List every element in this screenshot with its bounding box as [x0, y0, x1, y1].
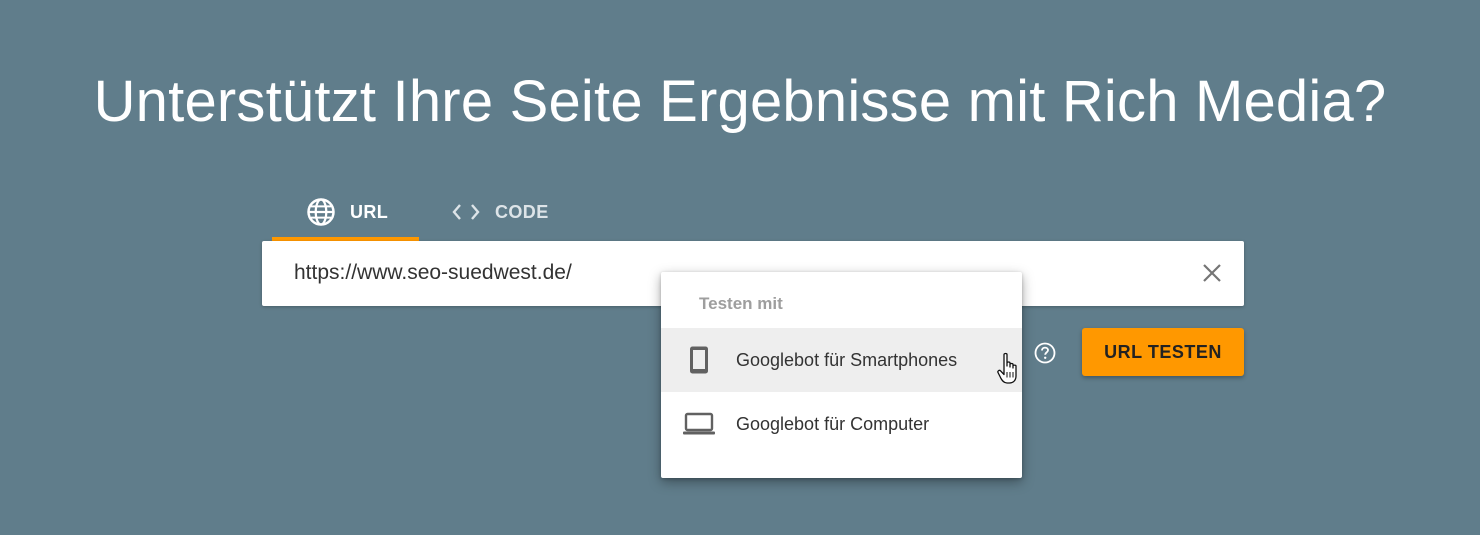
laptop-icon — [661, 412, 736, 436]
dropdown-item-smartphone[interactable]: Googlebot für Smartphones — [661, 328, 1022, 392]
help-icon[interactable] — [1034, 342, 1056, 364]
tab-url[interactable]: URL — [272, 183, 419, 241]
globe-icon — [306, 197, 336, 227]
dropdown-item-label: Googlebot für Computer — [736, 413, 930, 434]
code-icon — [451, 200, 481, 224]
url-test-button[interactable]: URL TESTEN — [1082, 328, 1244, 376]
smartphone-icon — [661, 345, 736, 375]
dropdown-item-computer[interactable]: Googlebot für Computer — [661, 392, 1022, 456]
page-title: Unterstützt Ihre Seite Ergebnisse mit Ri… — [93, 69, 1387, 134]
tab-code-label: CODE — [495, 201, 549, 222]
test-with-dropdown: Testen mit Googlebot für Smartphones Goo… — [661, 272, 1022, 478]
dropdown-header: Testen mit — [699, 294, 783, 313]
input-mode-tabs: URL CODE — [272, 183, 579, 241]
tab-url-label: URL — [350, 201, 389, 222]
tab-code[interactable]: CODE — [419, 183, 579, 241]
dropdown-item-label: Googlebot für Smartphones — [736, 349, 958, 370]
clear-icon[interactable] — [1200, 261, 1224, 285]
